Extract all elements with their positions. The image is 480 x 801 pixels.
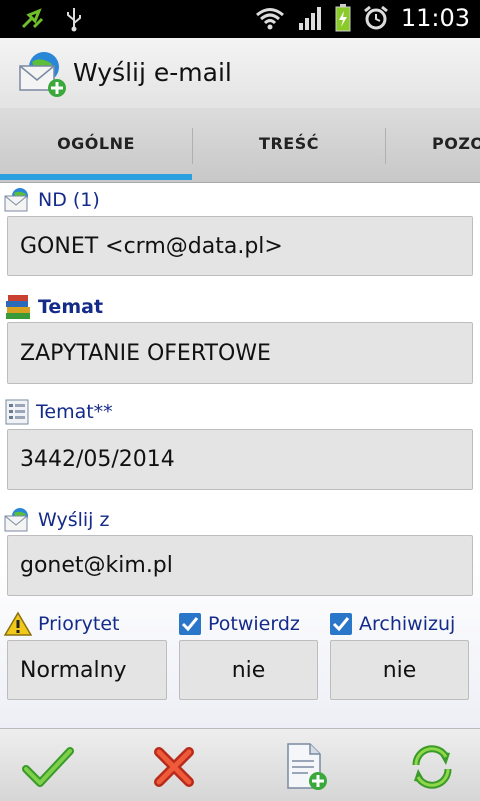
priority-label-row: Priorytet bbox=[4, 610, 119, 638]
subject2-label: Temat** bbox=[36, 401, 113, 423]
archive-field[interactable]: nie bbox=[330, 640, 469, 700]
to-label-row: ND (1) bbox=[4, 186, 100, 214]
alarm-icon bbox=[363, 5, 388, 30]
warning-icon bbox=[4, 611, 32, 636]
bottom-toolbar bbox=[0, 728, 480, 801]
confirm-label: Potwierdz bbox=[208, 613, 300, 635]
confirm-checkbox[interactable] bbox=[178, 612, 202, 636]
status-bar: 11:03 bbox=[0, 0, 480, 38]
title-bar: Wyślij e-mail bbox=[0, 38, 480, 109]
subject2-label-row: Temat** bbox=[4, 398, 113, 426]
tab-bar: OGÓLNE TREŚĆ POZO bbox=[0, 108, 480, 183]
tab-content[interactable]: TREŚĆ bbox=[193, 108, 385, 178]
email-icon bbox=[4, 188, 28, 212]
tab-other[interactable]: POZO bbox=[386, 108, 480, 178]
books-icon bbox=[6, 295, 30, 319]
archive-checkbox[interactable] bbox=[329, 612, 353, 636]
tab-general-label: OGÓLNE bbox=[57, 133, 135, 153]
from-label: Wyślij z bbox=[38, 509, 110, 531]
confirm-field[interactable]: nie bbox=[179, 640, 318, 700]
to-label: ND (1) bbox=[38, 189, 100, 211]
priority-label: Priorytet bbox=[38, 613, 120, 635]
confirm-label-row[interactable]: Potwierdz bbox=[178, 610, 300, 638]
archive-label-row[interactable]: Archiwizuj bbox=[329, 610, 455, 638]
document-list-icon bbox=[5, 399, 29, 425]
email-icon bbox=[4, 508, 28, 532]
subject-label: Temat bbox=[38, 296, 104, 318]
clock: 11:03 bbox=[400, 4, 470, 32]
tab-other-label: POZO bbox=[432, 133, 480, 153]
email-add-icon bbox=[19, 52, 66, 97]
from-label-row: Wyślij z bbox=[4, 506, 109, 534]
tab-selected-indicator bbox=[0, 174, 192, 180]
refresh-icon bbox=[412, 745, 452, 789]
priority-select[interactable]: Normalny bbox=[7, 640, 167, 700]
cancel-x-icon bbox=[154, 747, 194, 787]
confirm-check-icon bbox=[22, 747, 74, 787]
to-field[interactable]: GONET <crm@data.pl> bbox=[7, 216, 473, 276]
tab-content-label: TREŚĆ bbox=[259, 133, 319, 153]
page-title: Wyślij e-mail bbox=[73, 58, 232, 87]
wifi-icon bbox=[255, 8, 284, 30]
usb-icon bbox=[67, 8, 81, 32]
subject-label-row: Temat bbox=[4, 293, 103, 321]
from-field[interactable]: gonet@kim.pl bbox=[7, 535, 473, 596]
refresh-button[interactable] bbox=[402, 741, 462, 793]
cancel-button[interactable] bbox=[144, 741, 204, 793]
signal-icon bbox=[298, 7, 321, 30]
subject2-field[interactable]: 3442/05/2014 bbox=[7, 429, 473, 490]
new-document-icon bbox=[287, 743, 327, 790]
battery-charging-icon bbox=[335, 4, 351, 32]
tab-general[interactable]: OGÓLNE bbox=[0, 108, 192, 178]
save-button[interactable] bbox=[18, 741, 78, 793]
new-document-button[interactable] bbox=[276, 741, 336, 793]
sync-icon bbox=[21, 8, 44, 29]
subject-field[interactable]: ZAPYTANIE OFERTOWE bbox=[7, 322, 473, 384]
archive-label: Archiwizuj bbox=[359, 613, 456, 635]
